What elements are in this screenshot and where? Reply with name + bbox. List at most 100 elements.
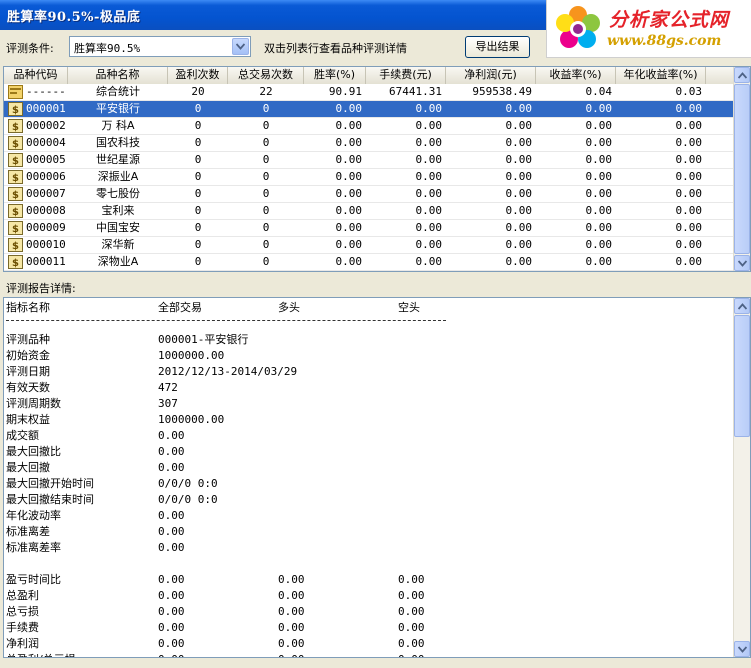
- detail-label: 最大回撤比: [6, 445, 61, 458]
- table-body: ------ 综合统计 20 22 90.91 67441.31 959538.49 0.04…: [4, 84, 734, 271]
- detail-line: [6, 556, 731, 572]
- cell-code: 000001: [26, 102, 66, 115]
- detail-value-all: 0.00: [158, 637, 185, 650]
- table-scrollbar[interactable]: [733, 67, 750, 271]
- cell-annual: 0.00: [675, 119, 703, 132]
- cell-annual: 0.03: [675, 85, 703, 98]
- cell-return: 0.00: [585, 255, 613, 268]
- table-row[interactable]: $000010 深华新 0 0 0.00 0.00 0.00 0.00 0.00: [4, 237, 734, 254]
- table-row[interactable]: $000005 世纪星源 0 0 0.00 0.00 0.00 0.00 0.00: [4, 152, 734, 169]
- cell-annual: 0.00: [675, 136, 703, 149]
- cell-profit: 0.00: [505, 136, 533, 149]
- detail-label: 总盈利: [6, 589, 39, 602]
- detail-label: 评测周期数: [6, 397, 61, 410]
- detail-text: 指标名称 全部交易 多头 空头 评测品种 000001-平安银行 初始资金 10000…: [6, 300, 731, 657]
- cell-winrate: 0.00: [335, 238, 363, 251]
- cell-name: 平安银行: [96, 102, 140, 115]
- detail-line: 标准离差率 0.00: [6, 540, 731, 556]
- cell-trades: 0: [262, 153, 270, 166]
- cell-winrate: 0.00: [335, 170, 363, 183]
- detail-value-all: 0/0/0 0:0: [158, 477, 218, 490]
- detail-scrollbar[interactable]: [733, 298, 750, 657]
- col-header-winrate[interactable]: 胜率(%): [304, 67, 366, 84]
- col-header-trades[interactable]: 总交易次数: [228, 67, 304, 84]
- condition-select[interactable]: 胜算率90.5%: [69, 36, 251, 57]
- cell-profit: 0.00: [505, 170, 533, 183]
- cell-return: 0.00: [585, 119, 613, 132]
- col-header-code[interactable]: 品种代码: [4, 67, 68, 84]
- cell-fee: 0.00: [415, 170, 443, 183]
- detail-scroll-up-button[interactable]: [734, 298, 750, 314]
- cell-wins: 0: [194, 153, 202, 166]
- detail-line: 最大回撤结束时间 0/0/0 0:0: [6, 492, 731, 508]
- detail-label: 有效天数: [6, 381, 50, 394]
- cell-wins: 0: [194, 119, 202, 132]
- detail-value-long: 0.00: [278, 637, 305, 650]
- detail-line: 总盈利/总亏损 0.00 0.00 0.00: [6, 652, 731, 657]
- table-row[interactable]: ------ 综合统计 20 22 90.91 67441.31 959538.49 0.04…: [4, 84, 734, 101]
- toolbar: 评测条件: 胜算率90.5% 双击列表行查看品种评测详情 导出结果: [0, 30, 751, 64]
- export-button[interactable]: 导出结果: [465, 36, 530, 58]
- detail-value-all: 0.00: [158, 541, 185, 554]
- table-row[interactable]: $000001 平安银行 0 0 0.00 0.00 0.00 0.00 0.00: [4, 101, 734, 118]
- cell-fee: 0.00: [415, 119, 443, 132]
- cell-annual: 0.00: [675, 221, 703, 234]
- cell-code: 000007: [26, 187, 66, 200]
- cell-name: 宝利来: [101, 204, 135, 217]
- cell-profit: 0.00: [505, 204, 533, 217]
- detail-value-all: 2012/12/13-2014/03/29: [158, 365, 298, 378]
- scroll-thumb[interactable]: [734, 84, 750, 254]
- table-row[interactable]: $000009 中国宝安 0 0 0.00 0.00 0.00 0.00 0.00: [4, 220, 734, 237]
- detail-line: 最大回撤 0.00: [6, 460, 731, 476]
- cell-profit: 0.00: [505, 119, 533, 132]
- window-title: 胜算率90.5%-极品底: [7, 10, 141, 25]
- results-table[interactable]: 品种代码 品种名称 盈利次数 总交易次数 胜率(%) 手续费(元) 净利润(元)…: [3, 66, 751, 272]
- cell-annual: 0.00: [675, 238, 703, 251]
- brand-name: 分析家公式网: [609, 9, 730, 31]
- cell-code: 000010: [26, 238, 66, 251]
- table-row[interactable]: $000011 深物业A 0 0 0.00 0.00 0.00 0.00 0.00: [4, 254, 734, 271]
- table-row[interactable]: $000007 零七股份 0 0 0.00 0.00 0.00 0.00 0.00: [4, 186, 734, 203]
- cell-code: 000008: [26, 204, 66, 217]
- cell-profit: 0.00: [505, 221, 533, 234]
- detail-label: 总盈利/总亏损: [6, 652, 76, 657]
- table-row[interactable]: $000004 国农科技 0 0 0.00 0.00 0.00 0.00 0.00: [4, 135, 734, 152]
- detail-value-short: 0.00: [398, 605, 425, 618]
- col-header-fee[interactable]: 手续费(元): [366, 67, 446, 84]
- table-row[interactable]: $000002 万 科A 0 0 0.00 0.00 0.00 0.00 0.00: [4, 118, 734, 135]
- chevron-down-icon[interactable]: [232, 38, 249, 55]
- detail-label: 最大回撤结束时间: [6, 493, 94, 506]
- detail-scroll-down-button[interactable]: [734, 641, 750, 657]
- cell-code: 000004: [26, 136, 66, 149]
- col-header-name[interactable]: 品种名称: [68, 67, 168, 84]
- detail-value-all: 0.00: [158, 461, 185, 474]
- cell-trades: 0: [262, 238, 270, 251]
- cell-winrate: 90.91: [328, 85, 362, 98]
- detail-scroll-thumb[interactable]: [734, 315, 750, 437]
- detail-line: 最大回撤开始时间 0/0/0 0:0: [6, 476, 731, 492]
- scroll-up-button[interactable]: [734, 67, 750, 83]
- detail-label: 评测日期: [6, 365, 50, 378]
- col-header-profit[interactable]: 净利润(元): [446, 67, 536, 84]
- cell-trades: 0: [262, 170, 270, 183]
- table-row[interactable]: $000008 宝利来 0 0 0.00 0.00 0.00 0.00 0.00: [4, 203, 734, 220]
- detail-value-short: 0.00: [398, 573, 425, 586]
- detail-value-short: 0.00: [398, 589, 425, 602]
- detail-label: 评测品种: [6, 333, 50, 346]
- cell-fee: 0.00: [415, 204, 443, 217]
- table-row[interactable]: $000006 深振业A 0 0 0.00 0.00 0.00 0.00 0.00: [4, 169, 734, 186]
- col-header-annual[interactable]: 年化收益率(%): [616, 67, 706, 84]
- cell-winrate: 0.00: [335, 153, 363, 166]
- cell-wins: 0: [194, 102, 202, 115]
- detail-value-all: 0.00: [158, 525, 185, 538]
- cell-wins: 0: [194, 221, 202, 234]
- col-header-wins[interactable]: 盈利次数: [168, 67, 228, 84]
- detail-line: 总盈利 0.00 0.00 0.00: [6, 588, 731, 604]
- scroll-down-button[interactable]: [734, 255, 750, 271]
- cell-winrate: 0.00: [335, 187, 363, 200]
- cell-name: 深物业A: [97, 255, 139, 268]
- detail-label: 总亏损: [6, 605, 39, 618]
- col-header-return[interactable]: 收益率(%): [536, 67, 616, 84]
- detail-report[interactable]: 指标名称 全部交易 多头 空头 评测品种 000001-平安银行 初始资金 10000…: [3, 297, 751, 658]
- detail-label: 手续费: [6, 621, 39, 634]
